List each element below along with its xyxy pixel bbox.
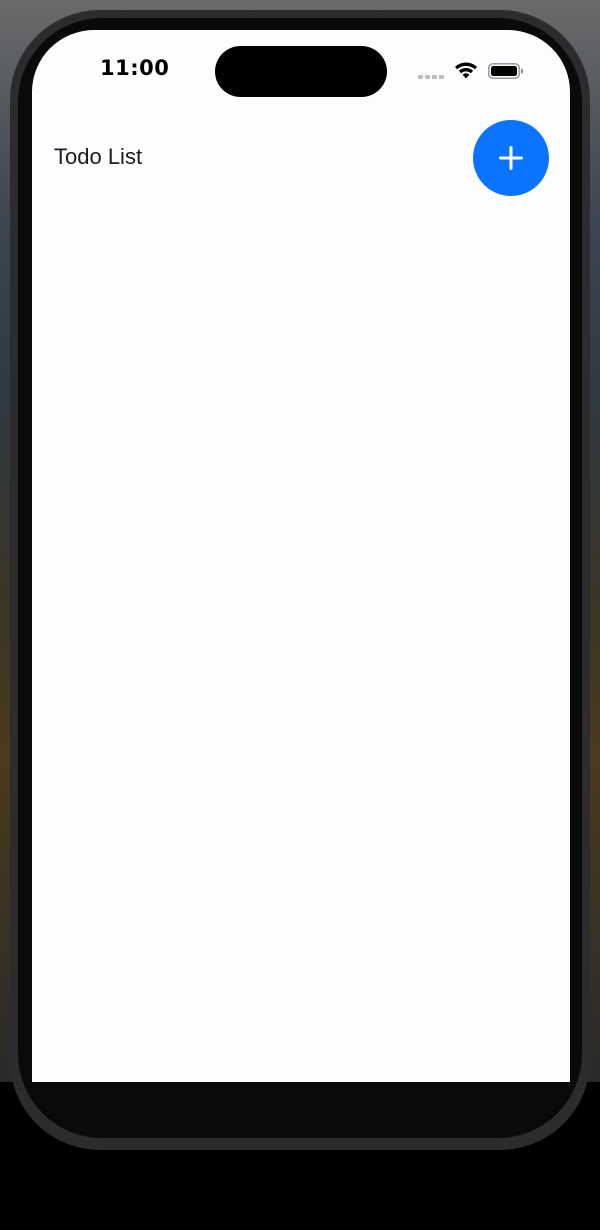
- app-screen: 11:00 Todo List: [32, 30, 570, 1082]
- battery-icon: [488, 63, 524, 79]
- wifi-icon: [455, 62, 477, 79]
- plus-icon: [499, 146, 523, 170]
- dynamic-island: [215, 46, 387, 97]
- add-todo-button[interactable]: [473, 120, 549, 196]
- status-time: 11:00: [100, 56, 170, 80]
- todo-list: [32, 206, 570, 1082]
- cellular-signal-icon: [418, 75, 445, 80]
- page-title: Todo List: [54, 144, 143, 169]
